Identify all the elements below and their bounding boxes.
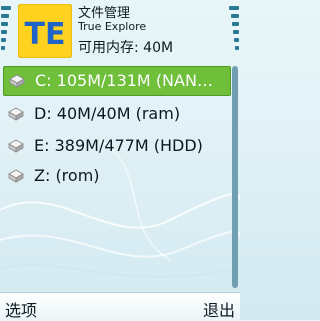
scrollbar[interactable]	[232, 66, 238, 288]
drive-label: Z: (rom)	[34, 166, 100, 185]
app-subtitle: True Explore	[78, 20, 147, 33]
drive-row-c[interactable]: C: 105M/131M (NAN…	[3, 66, 231, 96]
disk-drive-icon	[8, 107, 24, 121]
drive-row-d[interactable]: D: 40M/40M (ram)	[3, 100, 229, 128]
options-softkey[interactable]: 选项	[5, 297, 37, 321]
logo-text: TE	[25, 17, 66, 52]
scrollbar-thumb[interactable]	[232, 66, 238, 288]
app-logo-icon: TE	[18, 4, 72, 58]
app-header: TE 文件管理 True Explore 可用内存: 40M	[0, 0, 240, 62]
drive-label: E: 389M/477M (HDD)	[34, 136, 203, 155]
drive-row-z[interactable]: Z: (rom)	[3, 162, 229, 190]
free-memory-label: 可用内存: 40M	[78, 40, 174, 56]
disk-drive-icon	[9, 74, 25, 88]
drive-label: D: 40M/40M (ram)	[34, 104, 181, 123]
disk-drive-icon	[8, 139, 24, 153]
drive-label: C: 105M/131M (NAN…	[35, 71, 213, 90]
drive-row-e[interactable]: E: 389M/477M (HDD)	[3, 132, 229, 160]
softkey-bar: 选项 退出	[0, 292, 240, 321]
disk-drive-icon	[8, 169, 24, 183]
exit-softkey[interactable]: 退出	[203, 297, 235, 321]
app-title: 文件管理	[78, 6, 131, 21]
battery-level-icon	[229, 4, 239, 56]
signal-strength-icon	[1, 4, 11, 56]
